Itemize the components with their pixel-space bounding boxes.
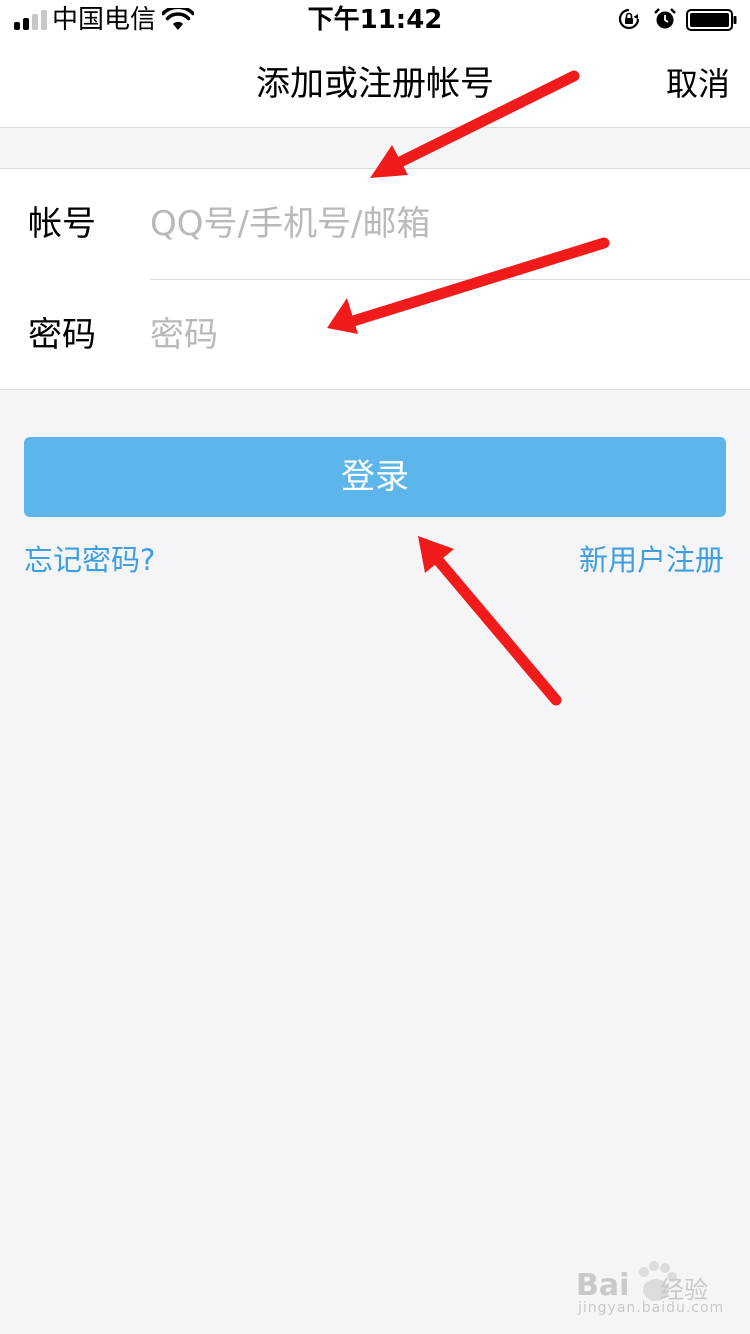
watermark-brand: Bai xyxy=(576,1268,630,1303)
login-form: 帐号 密码 xyxy=(0,168,750,390)
battery-icon xyxy=(686,9,737,31)
account-input[interactable] xyxy=(150,194,710,254)
cancel-button[interactable]: 取消 xyxy=(666,40,730,128)
nav-bar: 添加或注册帐号 取消 xyxy=(0,40,750,128)
password-row: 密码 xyxy=(0,280,750,390)
status-bar: 中国电信 下午11:42 xyxy=(0,0,750,40)
alarm-icon xyxy=(654,8,676,29)
password-input[interactable] xyxy=(150,305,710,365)
rotation-lock-icon xyxy=(618,8,640,30)
page-title: 添加或注册帐号 xyxy=(256,64,494,104)
new-user-register-link[interactable]: 新用户注册 xyxy=(579,538,724,582)
forgot-password-link[interactable]: 忘记密码? xyxy=(24,538,155,582)
login-button[interactable]: 登录 xyxy=(24,437,726,517)
password-label: 密码 xyxy=(28,315,96,355)
watermark-url: jingyan.baidu.com xyxy=(578,1300,725,1316)
account-row: 帐号 xyxy=(0,169,750,279)
account-label: 帐号 xyxy=(28,204,96,244)
arrow-to-login xyxy=(418,536,562,706)
